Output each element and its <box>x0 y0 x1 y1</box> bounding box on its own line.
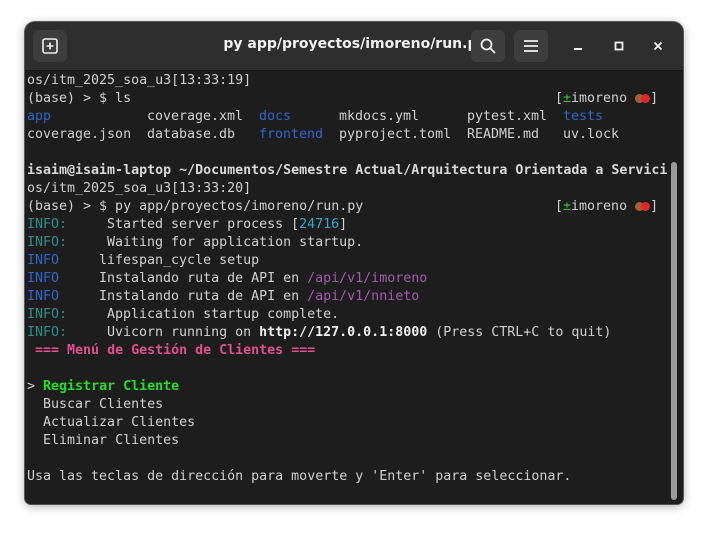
close-icon <box>653 41 663 51</box>
log-line: INFO Instalando ruta de API en /api/v1/im… <box>27 271 428 286</box>
status-dot <box>641 94 651 103</box>
ls-row: app coverage.xml docs mkdocs.yml pytest.xml t… <box>27 109 604 124</box>
hamburger-menu-icon <box>524 40 538 52</box>
menu-button[interactable] <box>514 30 548 62</box>
search-icon <box>480 38 496 54</box>
maximize-icon <box>614 41 624 51</box>
terminal-output[interactable]: os/itm_2025_soa_u3[13:33:19] (base) > $ … <box>27 72 667 502</box>
scrollbar[interactable] <box>671 162 677 500</box>
terminal-line: (base) > $ ls [±imoreno ] <box>27 91 659 106</box>
terminal-line: (base) > $ py app/proyectos/imoreno/run.… <box>27 199 659 214</box>
log-line: INFO: Started server process [24716] <box>27 217 348 232</box>
ls-row: coverage.json database.db frontend pyprojec… <box>27 127 620 142</box>
minimize-icon <box>574 48 582 50</box>
minimize-button[interactable] <box>566 34 590 58</box>
new-tab-icon <box>42 38 58 54</box>
terminal-window: py app/proyectos/imoreno/run.py os/itm_2… <box>25 22 683 504</box>
terminal-line: os/itm_2025_soa_u3[13:33:19] <box>27 73 252 88</box>
menu-item-eliminar[interactable]: Eliminar Clientes <box>27 432 667 450</box>
menu-item-registrar[interactable]: > Registrar Cliente <box>27 378 667 396</box>
log-line: INFO: Uvicorn running on http://127.0.0.1… <box>27 325 612 340</box>
log-line: INFO Instalando ruta de API en /api/v1/nn… <box>27 289 420 304</box>
menu-title: === Menú de Gestión de Clientes === <box>35 343 316 358</box>
status-dot <box>641 202 651 211</box>
title-bar: py app/proyectos/imoreno/run.py <box>25 22 683 71</box>
close-button[interactable] <box>646 34 670 58</box>
prompt-status: [±imoreno ] <box>555 199 659 214</box>
path-line: isaim@isaim-laptop ~/Documentos/Semestre… <box>27 163 668 178</box>
menu-item-actualizar[interactable]: Actualizar Clientes <box>27 414 667 432</box>
menu-item-buscar[interactable]: Buscar Clientes <box>27 396 667 414</box>
maximize-button[interactable] <box>607 34 631 58</box>
search-button[interactable] <box>471 30 505 62</box>
terminal-line: os/itm_2025_soa_u3[13:33:20] <box>27 181 252 196</box>
log-line: INFO: Application startup complete. <box>27 307 340 322</box>
log-line: INFO: Waiting for application startup. <box>27 235 364 250</box>
prompt-status: [±imoreno ] <box>555 91 659 106</box>
log-line: INFO lifespan_cycle setup <box>27 253 260 268</box>
new-tab-button[interactable] <box>33 30 67 62</box>
hint-line: Usa las teclas de dirección para moverte… <box>27 469 572 484</box>
